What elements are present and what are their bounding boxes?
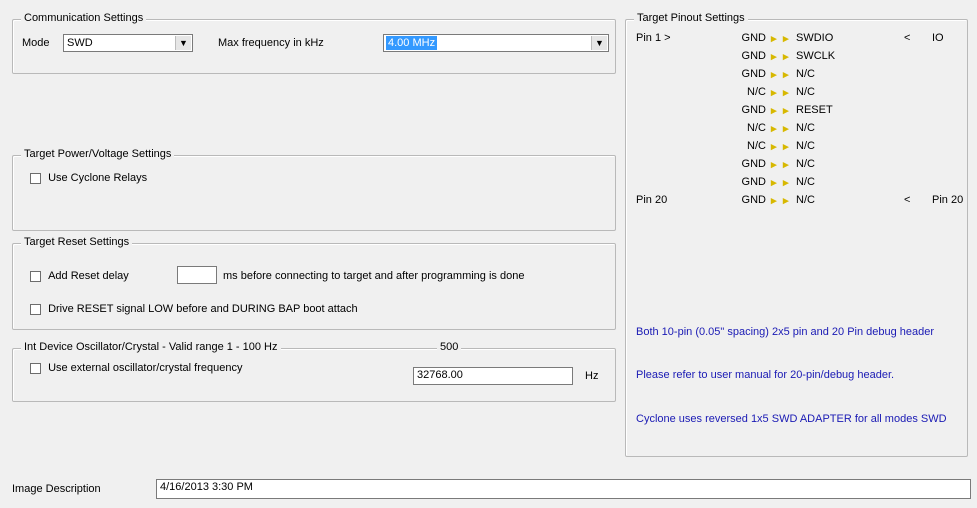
chevron-down-icon[interactable]: ▼	[175, 36, 191, 50]
oscillator-legend: Int Device Oscillator/Crystal - Valid ra…	[21, 341, 281, 353]
pin-row-right: N/C	[796, 176, 815, 188]
pin-row-left-label: Pin 1 >	[636, 32, 671, 44]
pin-arrow-left-icon: ▸	[771, 105, 777, 117]
pin-row-note: <	[904, 194, 911, 206]
pinout-note-1: Both 10-pin (0.05" spacing) 2x5 pin and …	[636, 326, 935, 338]
mode-value: SWD	[67, 37, 93, 49]
frequency-label: Max frequency in kHz	[218, 37, 324, 49]
oscillator-frequency-input[interactable]: 32768.00	[413, 367, 573, 385]
pin-arrow-right-icon: ▸	[783, 141, 789, 153]
reset-delay-input[interactable]	[177, 266, 217, 284]
mode-label: Mode	[22, 37, 50, 49]
pin-arrow-left-icon: ▸	[771, 195, 777, 207]
pinout-group: Target Pinout Settings Pin 1 > GND ▸ ▸ SWDIO…	[625, 12, 968, 457]
cyclone-relays-checkbox[interactable]	[30, 172, 41, 184]
pin-arrow-right-icon: ▸	[783, 51, 789, 63]
pin-arrow-left-icon: ▸	[771, 123, 777, 135]
pin-arrow-left-icon: ▸	[771, 33, 777, 45]
pin-row-mid: GND	[741, 32, 766, 44]
pin-row-mid: GND	[741, 194, 766, 206]
frequency-select[interactable]: 4.00 MHz ▼	[383, 34, 609, 52]
pin-arrow-right-icon: ▸	[783, 177, 789, 189]
drive-reset-checkbox[interactable]	[30, 303, 41, 315]
pin-arrow-right-icon: ▸	[783, 195, 789, 207]
pin-row-right: N/C	[796, 68, 815, 80]
pin-row-mid: N/C	[747, 140, 766, 152]
reset-delay-row: Add Reset delay	[30, 270, 129, 282]
pin-arrow-left-icon: ▸	[771, 69, 777, 81]
pin-arrow-left-icon: ▸	[771, 51, 777, 63]
pin-arrow-right-icon: ▸	[783, 123, 789, 135]
pin-row-right: N/C	[796, 86, 815, 98]
reset-settings-group: Target Reset Settings Add Reset delay ms…	[12, 236, 616, 330]
target-power-legend: Target Power/Voltage Settings	[21, 148, 175, 160]
pin-arrow-right-icon: ▸	[783, 105, 789, 117]
pin-row-right: N/C	[796, 122, 815, 134]
pin-row-mid: GND	[741, 104, 766, 116]
external-oscillator-checkbox[interactable]	[30, 362, 41, 374]
pin-row-mid: GND	[741, 68, 766, 80]
pin-arrow-left-icon: ▸	[771, 87, 777, 99]
pinout-note-2: Please refer to user manual for 20-pin/d…	[636, 369, 895, 381]
drive-reset-label: Drive RESET signal LOW before and DURING…	[48, 303, 358, 315]
external-oscillator-row: Use external oscillator/crystal frequenc…	[30, 362, 242, 374]
drive-reset-row: Drive RESET signal LOW before and DURING…	[30, 303, 358, 315]
pin-row-mid: GND	[741, 50, 766, 62]
external-oscillator-label: Use external oscillator/crystal frequenc…	[48, 362, 243, 374]
cyclone-relays-row: Use Cyclone Relays	[30, 172, 147, 184]
communication-settings-legend: Communication Settings	[21, 12, 147, 24]
pin-row-mid: GND	[741, 158, 766, 170]
cyclone-relays-label: Use Cyclone Relays	[48, 172, 148, 184]
target-power-group: Target Power/Voltage Settings Use Cyclon…	[12, 148, 616, 231]
pin-arrow-right-icon: ▸	[783, 87, 789, 99]
image-description-input[interactable]: 4/16/2013 3:30 PM	[156, 479, 971, 499]
pin-row-mid: N/C	[747, 86, 766, 98]
pin-arrow-right-icon: ▸	[783, 33, 789, 45]
pin-row-right: N/C	[796, 194, 815, 206]
pin-row-right: N/C	[796, 158, 815, 170]
pin-row-mid: GND	[741, 176, 766, 188]
pinout-note-3: Cyclone uses reversed 1x5 SWD ADAPTER fo…	[636, 413, 947, 425]
pin-arrow-right-icon: ▸	[783, 159, 789, 171]
oscillator-group: Int Device Oscillator/Crystal - Valid ra…	[12, 341, 616, 402]
pin-row-note: <	[904, 32, 911, 44]
reset-settings-legend: Target Reset Settings	[21, 236, 133, 248]
mode-select[interactable]: SWD ▼	[63, 34, 193, 52]
reset-delay-prefix: Add Reset delay	[48, 270, 129, 282]
pin-row-right: SWCLK	[796, 50, 836, 62]
pin-arrow-left-icon: ▸	[771, 141, 777, 153]
frequency-value: 4.00 MHz	[386, 36, 438, 50]
pinout-legend: Target Pinout Settings	[634, 12, 748, 24]
oscillator-unit: Hz	[585, 370, 599, 382]
image-description-label: Image Description	[12, 483, 101, 495]
pin-row-right: N/C	[796, 140, 815, 152]
pin-row-right: RESET	[796, 104, 833, 116]
chevron-down-icon[interactable]: ▼	[591, 36, 607, 50]
reset-delay-suffix: ms before connecting to target and after…	[223, 270, 525, 282]
oscillator-legend-right: 500	[437, 341, 462, 353]
pin-arrow-left-icon: ▸	[771, 159, 777, 171]
pin-arrow-left-icon: ▸	[771, 177, 777, 189]
pin-row-right: SWDIO	[796, 32, 834, 44]
pin-row-mid: N/C	[747, 122, 766, 134]
communication-settings-group: Communication Settings Mode SWD ▼ Max fr…	[12, 12, 616, 74]
reset-delay-checkbox[interactable]	[30, 270, 41, 282]
pin-row-extra: IO	[932, 32, 944, 44]
pin-row-extra: Pin 20	[932, 194, 964, 206]
pin-arrow-right-icon: ▸	[783, 69, 789, 81]
pin-row-left-label: Pin 20	[636, 194, 668, 206]
